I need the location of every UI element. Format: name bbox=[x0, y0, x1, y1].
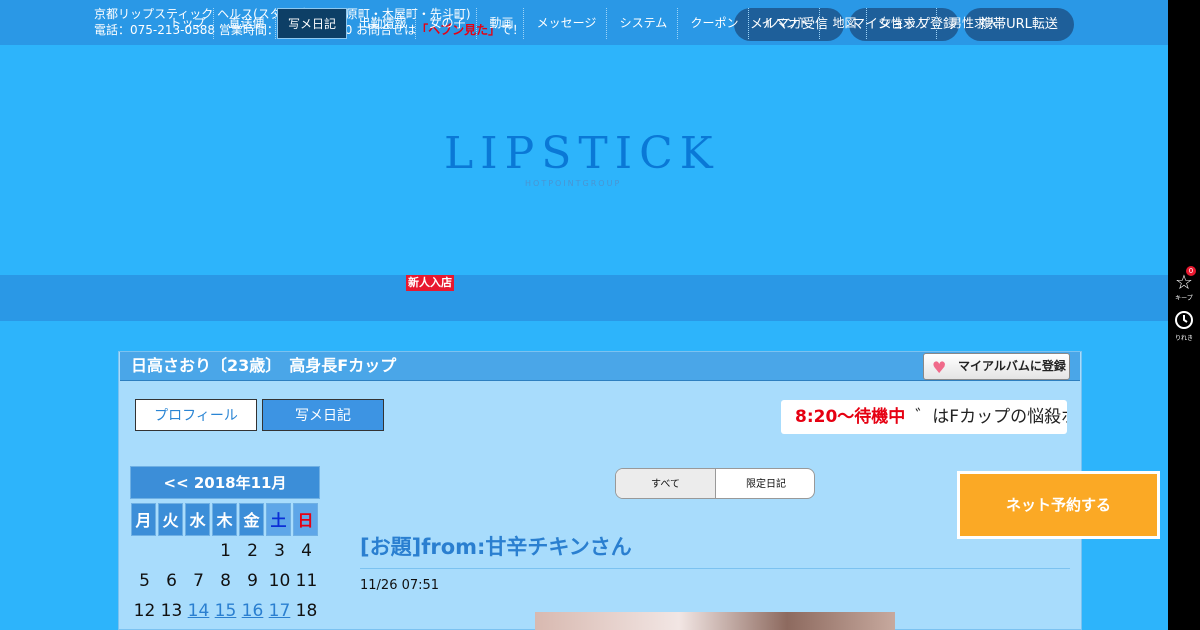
keep-count-badge: 0 bbox=[1186, 266, 1196, 276]
weekday-tue: 火 bbox=[158, 503, 183, 536]
logo[interactable]: LIPSTICK bbox=[444, 128, 720, 179]
calendar-day-link[interactable]: 15 bbox=[212, 596, 239, 626]
nav-diary[interactable]: 写メ日記 bbox=[277, 8, 347, 39]
nav-schedule[interactable]: 出勤情報 bbox=[350, 8, 416, 39]
keep-label: キープ bbox=[1175, 295, 1193, 302]
status-text: 8:20～待機中 bbox=[795, 407, 906, 427]
nav-system[interactable]: システム bbox=[610, 8, 678, 39]
calendar-month-nav[interactable]: << 2018年11月 bbox=[130, 466, 320, 499]
girl-name: 日高さおり〔23歳〕 高身長Fカップ bbox=[131, 356, 397, 375]
weekday-wed: 水 bbox=[185, 503, 210, 536]
nav-male-jobs[interactable]: 男性求人 bbox=[940, 8, 1008, 39]
calendar-day-link[interactable]: 16 bbox=[239, 596, 266, 626]
divider bbox=[360, 568, 1070, 569]
diary-filter: すべて 限定日記 bbox=[615, 468, 815, 499]
calendar-day: 11 bbox=[295, 571, 318, 591]
diary-photo[interactable] bbox=[535, 612, 895, 630]
diary-title[interactable]: [お題]from:甘辛チキンさん bbox=[360, 531, 632, 561]
history-label: りれき bbox=[1174, 335, 1193, 342]
calendar-day: 8 bbox=[220, 571, 231, 591]
history-icon-svg bbox=[1175, 311, 1193, 329]
calendar-day: 5 bbox=[139, 571, 150, 591]
nav-message[interactable]: メッセージ bbox=[527, 8, 607, 39]
weekday-sun: 日 bbox=[293, 503, 318, 536]
ticker-tagline: ゛はFカップの悩殺ボ bbox=[915, 407, 1067, 427]
heart-icon: ♥ bbox=[932, 358, 947, 377]
calendar-day: 3 bbox=[274, 541, 285, 561]
nav-top[interactable]: トップ bbox=[162, 8, 214, 39]
calendar-day: 7 bbox=[193, 571, 204, 591]
calendar-day: 9 bbox=[247, 571, 258, 591]
tab-diary[interactable]: 写メ日記 bbox=[262, 399, 384, 431]
calendar-day-link[interactable]: 14 bbox=[185, 596, 212, 626]
filter-all[interactable]: すべて bbox=[616, 469, 716, 498]
calendar-day: 10 bbox=[268, 571, 291, 591]
nav-girls[interactable]: 女の子 bbox=[419, 8, 477, 39]
nav-event[interactable]: イベント bbox=[752, 8, 820, 39]
calendar-day: 2 bbox=[247, 541, 258, 561]
filter-limited[interactable]: 限定日記 bbox=[716, 469, 814, 498]
nav-map[interactable]: 地図 bbox=[823, 8, 867, 39]
diary-date: 11/26 07:51 bbox=[360, 578, 440, 593]
nav-coupon[interactable]: クーポン bbox=[681, 8, 749, 39]
logo-subtitle: HOTPOINTGROUP bbox=[525, 179, 622, 188]
nav-direct[interactable]: 直送便 bbox=[218, 8, 276, 39]
weekday-thu: 木 bbox=[212, 503, 237, 536]
calendar-day: 13 bbox=[160, 601, 183, 621]
weekday-fri: 金 bbox=[239, 503, 264, 536]
calendar-day: 4 bbox=[301, 541, 312, 561]
nav-video[interactable]: 動画 bbox=[480, 8, 524, 39]
new-badge: 新人入店 bbox=[406, 275, 454, 291]
calendar-day: 1 bbox=[220, 541, 231, 561]
reserve-button[interactable]: ネット予約する bbox=[957, 471, 1160, 539]
calendar-day: 6 bbox=[166, 571, 177, 591]
main-nav bbox=[0, 275, 1168, 321]
add-album-button[interactable]: ♥ マイアルバムに登録 bbox=[923, 353, 1070, 380]
calendar-day: 18 bbox=[295, 601, 318, 621]
tab-profile[interactable]: プロフィール bbox=[135, 399, 257, 431]
weekday-mon: 月 bbox=[131, 503, 156, 536]
album-label: マイアルバムに登録 bbox=[958, 359, 1066, 373]
calendar-day-link[interactable]: 17 bbox=[266, 596, 293, 626]
status-ticker: 8:20～待機中 ゛はFカップの悩殺ボ bbox=[781, 400, 1067, 434]
weekday-sat: 土 bbox=[266, 503, 291, 536]
nav-female-jobs[interactable]: 女性求人 bbox=[870, 8, 937, 39]
history-icon[interactable] bbox=[1172, 309, 1196, 336]
calendar-day: 12 bbox=[133, 601, 156, 621]
